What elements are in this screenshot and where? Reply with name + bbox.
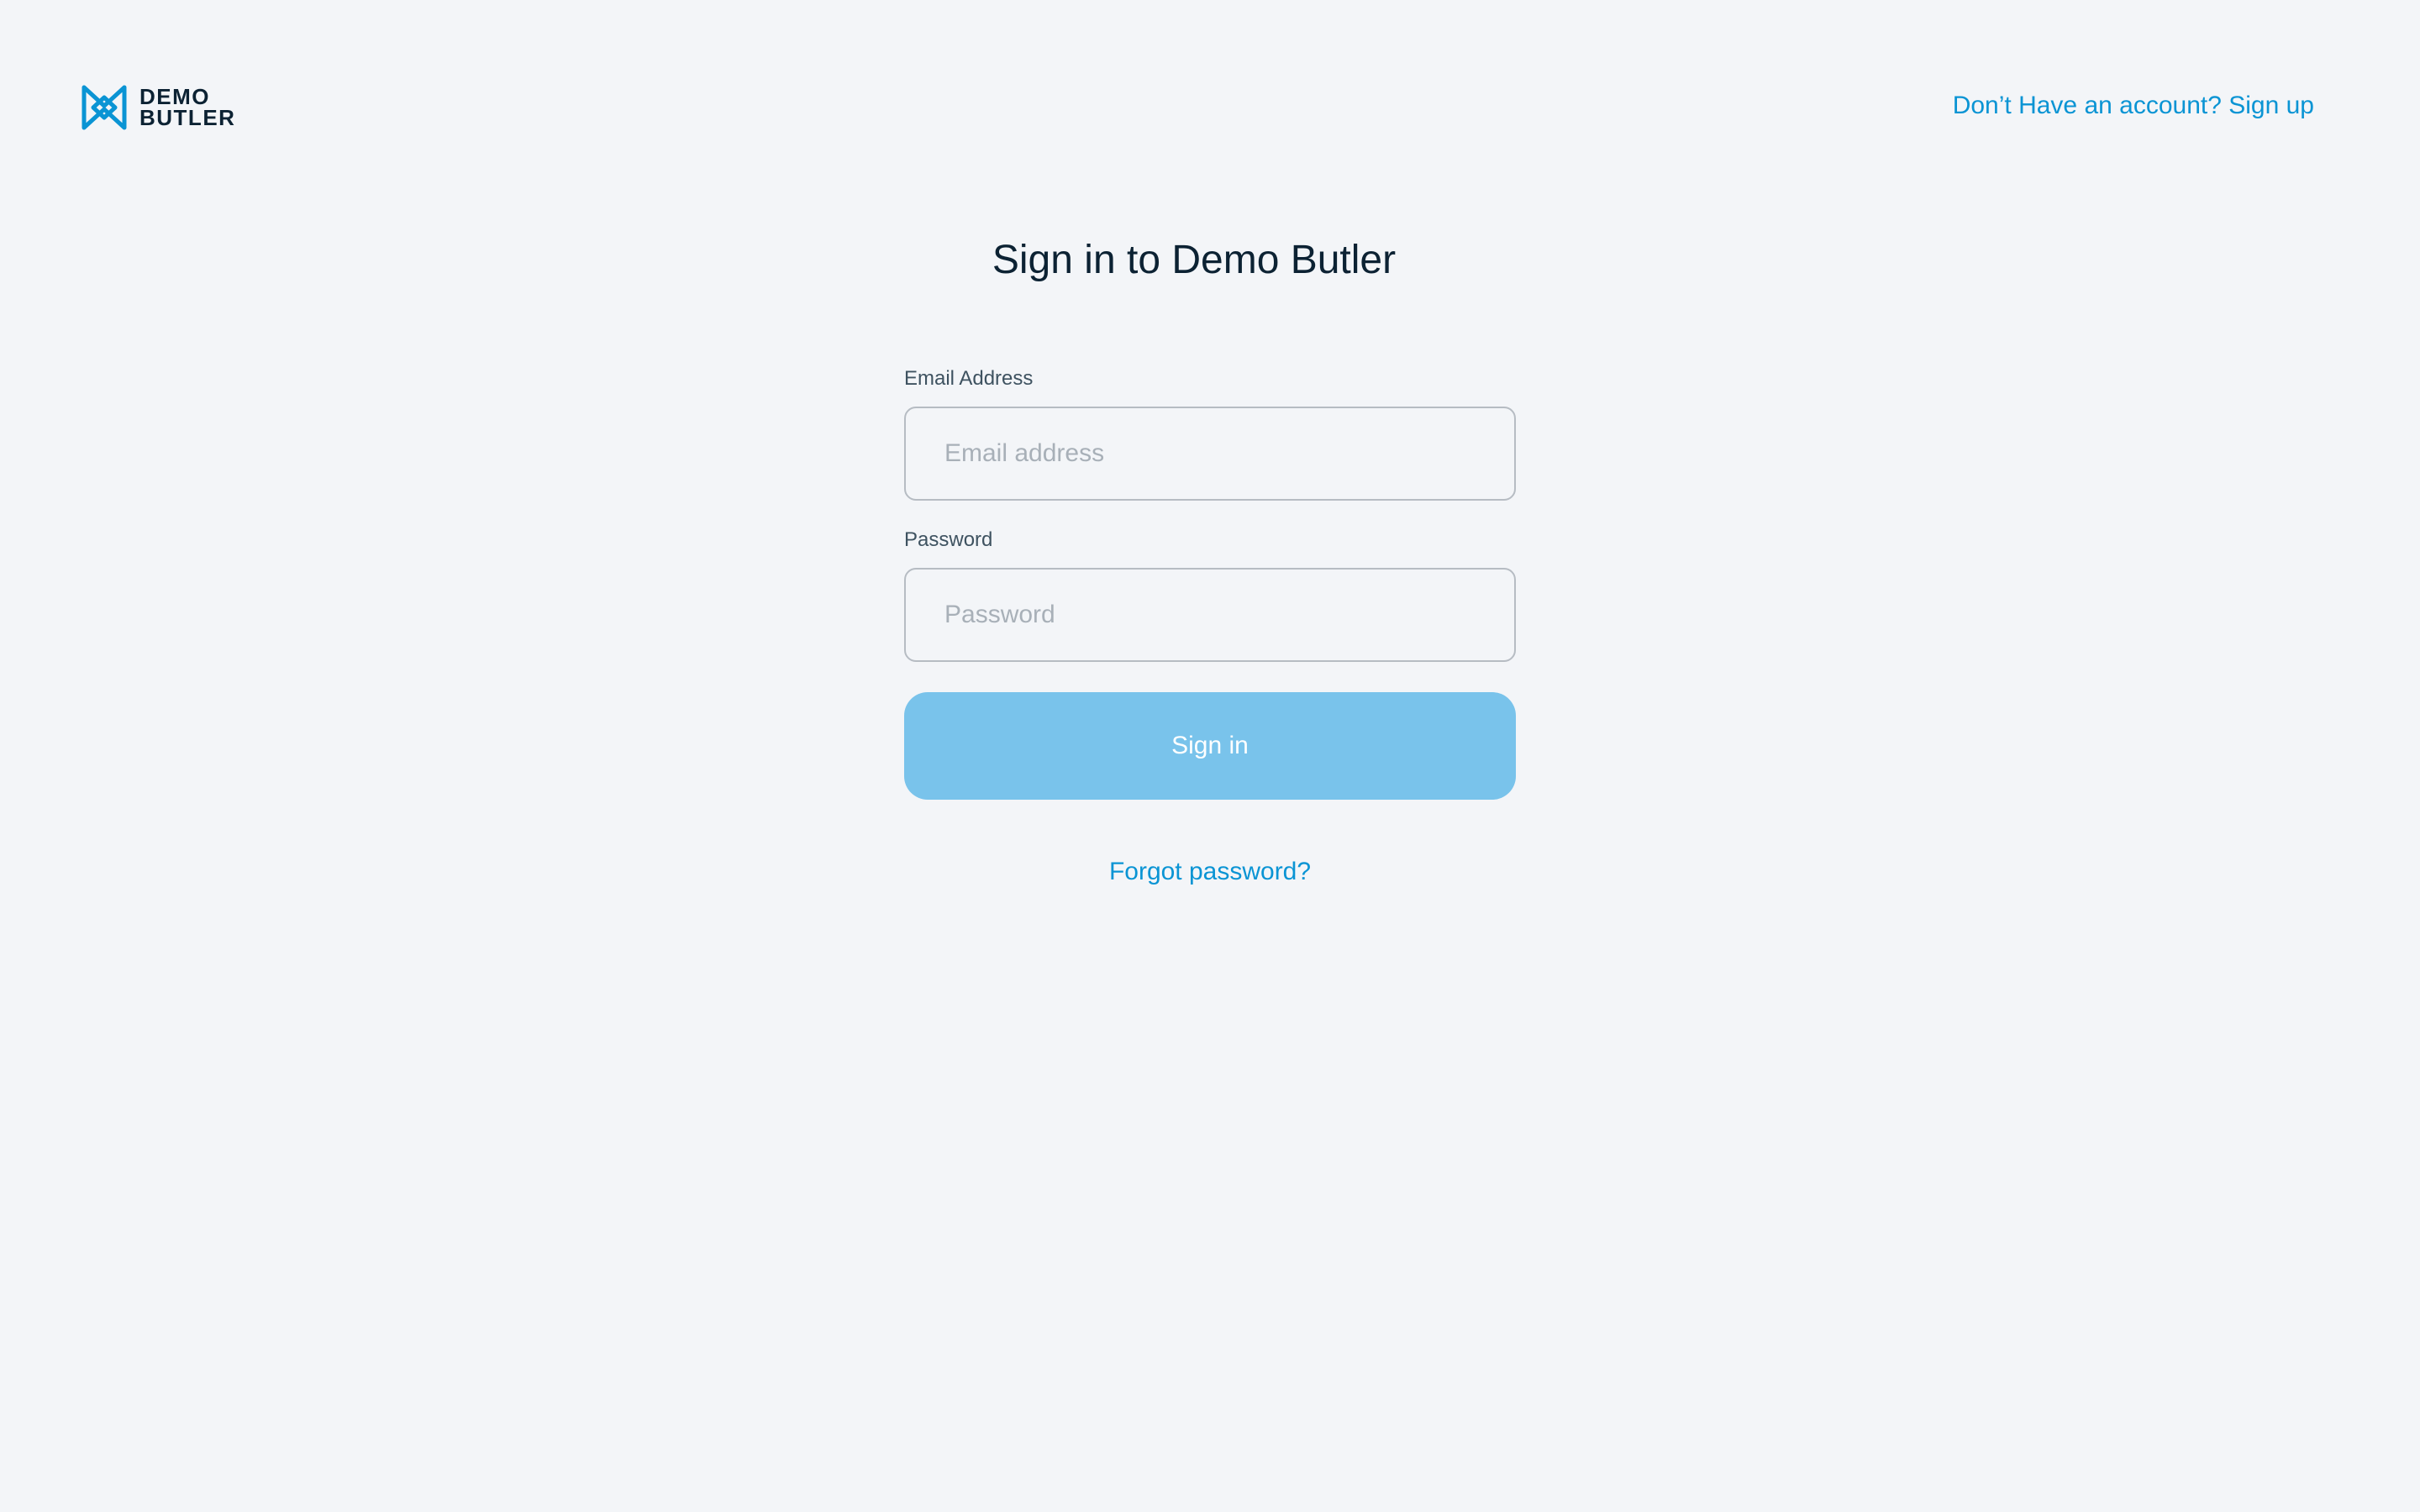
forgot-password-link[interactable]: Forgot password? [1109, 858, 1311, 885]
signin-form: Email Address Password Sign in [904, 363, 1516, 800]
password-label: Password [904, 528, 993, 551]
page-title: Sign in to Demo Butler [992, 238, 1397, 282]
bowtie-logo-icon [82, 85, 127, 130]
email-label: Email Address [904, 367, 1034, 390]
signin-button[interactable]: Sign in [904, 692, 1516, 800]
brand-line-2: BUTLER [139, 105, 236, 130]
email-input[interactable] [904, 407, 1516, 501]
password-input[interactable] [904, 568, 1516, 662]
forgot-password-row: Forgot password? [0, 855, 2420, 893]
signup-link[interactable]: Don’t Have an account? Sign up [1953, 89, 2314, 123]
brand-wordmark: DEMO BUTLER [139, 86, 236, 130]
brand-logo[interactable]: DEMO BUTLER [81, 84, 235, 131]
